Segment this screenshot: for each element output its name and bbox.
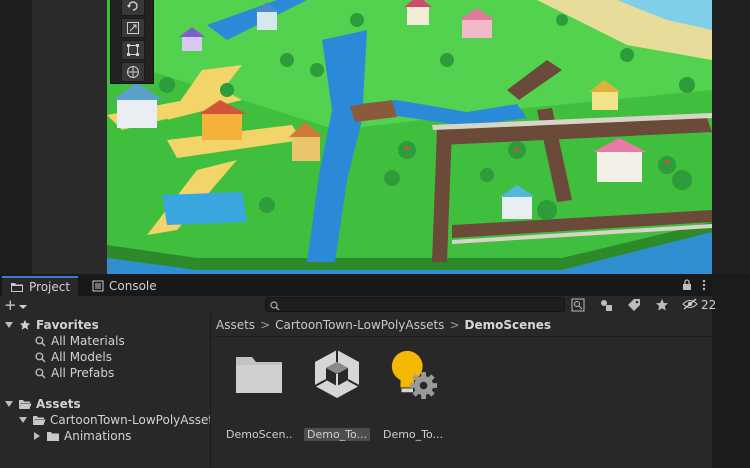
tab-console-label: Console [109, 279, 157, 293]
rect-tool-icon [126, 43, 140, 57]
expand-arrow-icon[interactable] [4, 399, 14, 409]
rotate-tool-button[interactable] [121, 0, 145, 16]
asset-grid: Assets > CartoonTown-LowPolyAssets > Dem… [212, 314, 712, 468]
lighting-settings-icon [388, 348, 438, 400]
folder-icon [45, 428, 61, 444]
rotate-icon [126, 0, 140, 13]
asset-label: Demo_To... [304, 428, 370, 441]
star-icon [17, 317, 33, 333]
console-icon [92, 280, 104, 292]
rect-tool-button[interactable] [121, 40, 145, 60]
search-by-scene-icon[interactable] [570, 297, 586, 313]
search-icon [32, 349, 48, 365]
tab-project-label: Project [29, 280, 71, 294]
folder-label: Animations [64, 429, 132, 443]
chevron-down-icon [18, 296, 27, 314]
unity-scene-icon [312, 348, 362, 400]
search-input[interactable] [265, 297, 565, 312]
right-panel-strip [712, 274, 750, 468]
folder-icon [10, 281, 24, 293]
transform-tool-button[interactable] [121, 62, 145, 82]
project-toolbar: + 22 [0, 296, 716, 314]
scene-tool-strip [110, 0, 154, 84]
favorite-star-icon[interactable] [654, 297, 670, 313]
assets-label: Assets [36, 397, 81, 411]
favorite-item[interactable]: All Models [32, 349, 112, 365]
bottom-tab-bar: Project Console [0, 274, 712, 296]
transform-icon [126, 65, 140, 79]
breadcrumb-separator: > [449, 318, 460, 332]
breadcrumb: Assets > CartoonTown-LowPolyAssets > Dem… [216, 317, 551, 333]
tree-item-favorites[interactable]: Favorites [4, 317, 99, 333]
tree-item-folder[interactable]: Animations [32, 428, 131, 444]
tree-item-assets[interactable]: Assets [4, 396, 81, 412]
project-panel: + 22 Favorites All Materials All Models … [0, 296, 716, 468]
hidden-packages-toggle[interactable]: 22 [682, 298, 716, 313]
add-asset-button[interactable]: + [4, 296, 34, 314]
collapse-arrow-icon[interactable] [32, 431, 42, 441]
favorite-item-label: All Prefabs [51, 366, 115, 380]
scene-view[interactable] [107, 0, 712, 274]
scale-icon [126, 21, 140, 35]
expand-arrow-icon[interactable] [18, 415, 28, 425]
asset-item-lighting-settings[interactable]: Demo_To... [380, 344, 446, 441]
favorite-item-label: All Materials [51, 334, 125, 348]
tab-console[interactable]: Console [84, 276, 164, 296]
eye-slash-icon [682, 298, 698, 313]
search-icon [32, 333, 48, 349]
filter-by-label-icon[interactable] [626, 297, 642, 313]
hierarchy-panel-edge [32, 0, 107, 274]
breadcrumb-current[interactable]: DemoScenes [465, 318, 552, 332]
right-side-strip [712, 0, 750, 274]
folder-tree: Favorites All Materials All Models All P… [0, 314, 211, 468]
asset-item-scene[interactable]: Demo_To... [304, 344, 370, 441]
breadcrumb-separator: > [260, 318, 271, 332]
search-icon [270, 300, 280, 314]
divider [212, 336, 712, 337]
favorites-label: Favorites [36, 318, 99, 332]
left-dark-panel [0, 0, 32, 274]
tree-item-folder[interactable]: CartoonTown-LowPolyAssets [18, 412, 211, 428]
hidden-count: 22 [701, 298, 717, 312]
search-icon [32, 365, 48, 381]
folder-label: CartoonTown-LowPolyAssets [50, 413, 211, 427]
expand-arrow-icon[interactable] [4, 320, 14, 330]
favorite-item[interactable]: All Materials [32, 333, 125, 349]
asset-item-folder[interactable]: DemoScen... [226, 344, 292, 441]
filter-by-type-icon[interactable] [598, 297, 614, 313]
toolbar-icons: 22 [570, 296, 716, 314]
tab-project[interactable]: Project [2, 276, 78, 296]
asset-label: DemoScen... [226, 428, 292, 441]
favorite-item[interactable]: All Prefabs [32, 365, 114, 381]
folder-open-icon [17, 396, 33, 412]
breadcrumb-item[interactable]: Assets [216, 318, 255, 332]
tab-tools [682, 276, 706, 296]
breadcrumb-item[interactable]: CartoonTown-LowPolyAssets [275, 318, 444, 332]
plus-icon: + [4, 296, 17, 314]
asset-label: Demo_To... [382, 428, 444, 441]
folder-icon [234, 348, 284, 400]
favorite-item-label: All Models [51, 350, 112, 364]
folder-open-icon [31, 412, 47, 428]
lock-icon[interactable] [682, 278, 692, 294]
scale-tool-button[interactable] [121, 18, 145, 38]
more-options-icon[interactable] [702, 279, 706, 294]
